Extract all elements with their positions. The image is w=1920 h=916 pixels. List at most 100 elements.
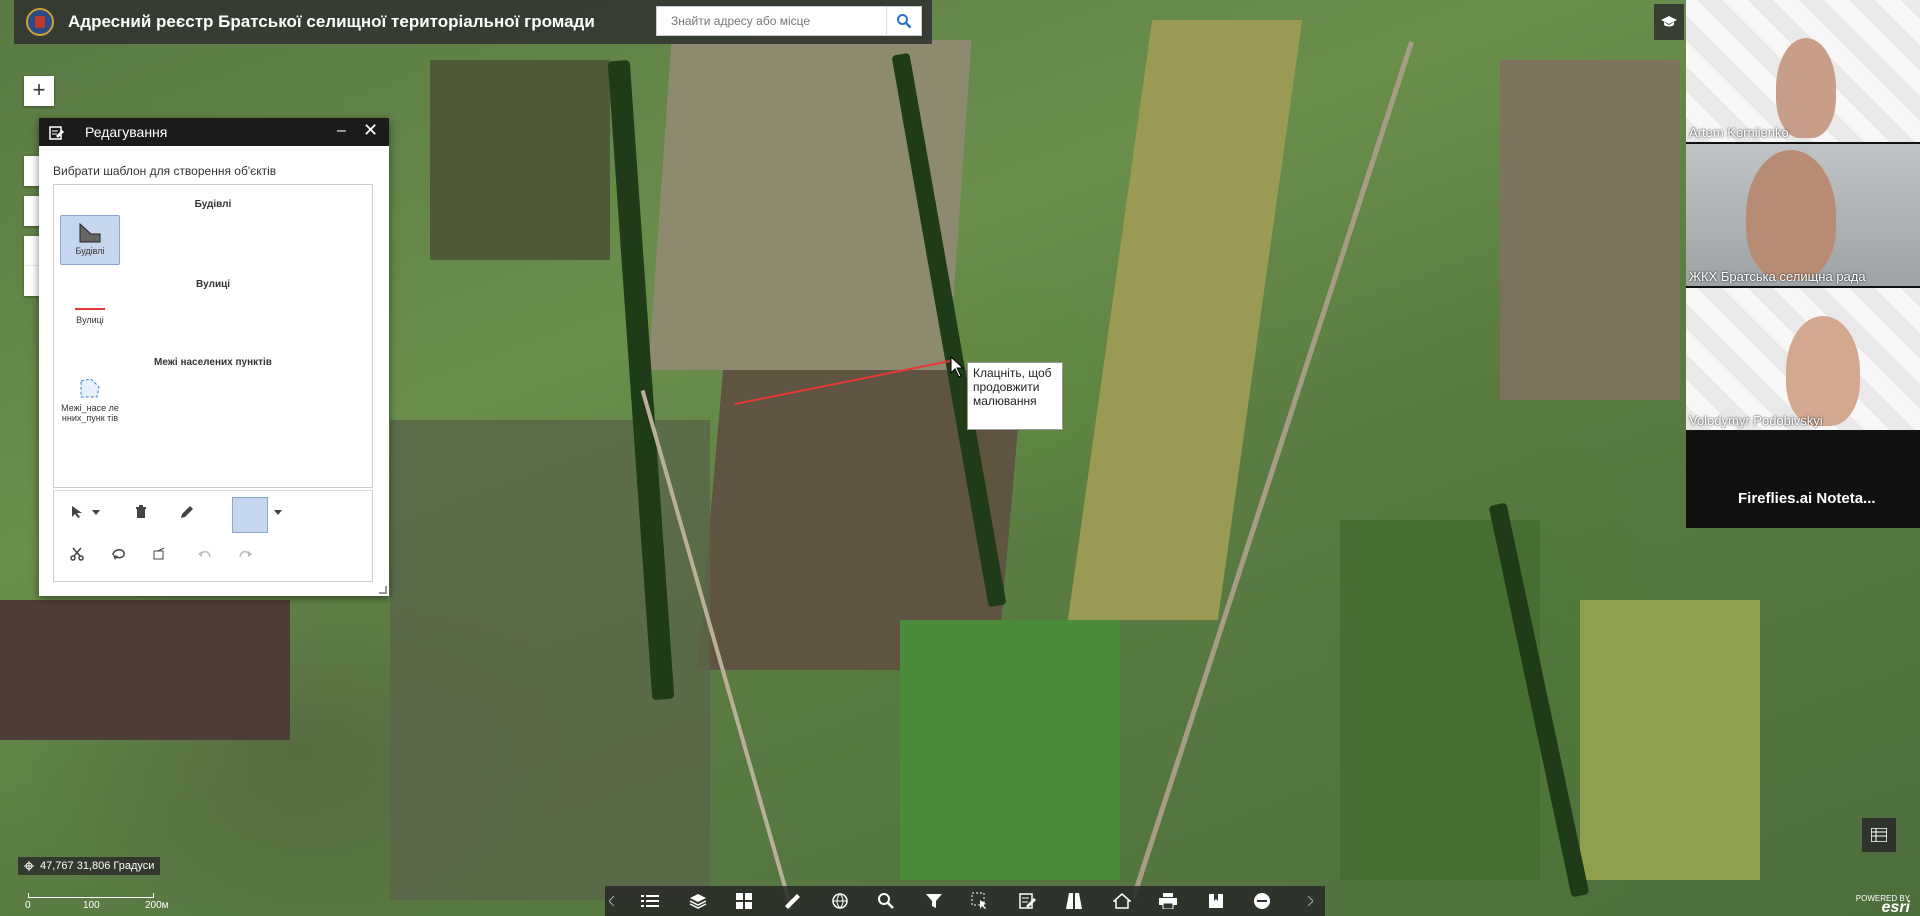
search-box — [656, 6, 922, 36]
participant-video — [1776, 38, 1836, 138]
pencil-icon — [181, 506, 193, 518]
redo-button[interactable] — [234, 543, 256, 565]
trash-icon — [136, 505, 146, 518]
edit-panel-title: Редагування — [85, 124, 168, 140]
print-icon — [1159, 893, 1177, 909]
esri-attribution: POWERED BY esri — [1840, 894, 1910, 916]
dashed-polygon-icon — [80, 378, 100, 398]
globe-icon — [832, 893, 848, 909]
bookmark-icon — [1209, 894, 1223, 908]
group-heading-streets: Вулиці — [195, 279, 231, 290]
bookmark-button[interactable] — [1205, 890, 1227, 912]
reshape-icon — [112, 549, 125, 560]
query-button[interactable] — [875, 890, 897, 912]
undo-icon — [198, 550, 211, 558]
zoom-search-icon — [878, 893, 894, 909]
delete-button[interactable] — [130, 501, 152, 523]
search-button[interactable] — [886, 7, 921, 35]
measure-button[interactable] — [781, 890, 803, 912]
list-icon — [641, 895, 659, 907]
polygon-icon — [79, 222, 101, 243]
undo-button[interactable] — [194, 543, 216, 565]
template-label: Межі_насе ленних_пунк тів — [61, 403, 119, 423]
search-icon — [897, 14, 912, 29]
graduation-cap-button[interactable] — [1654, 4, 1684, 40]
select-button[interactable] — [66, 501, 88, 523]
chevron-left-icon — [609, 896, 615, 906]
search-input[interactable] — [657, 7, 886, 35]
chevron-down-icon — [92, 509, 100, 515]
edit-toolbar — [53, 490, 373, 582]
scissors-icon — [70, 547, 84, 561]
next-arrow[interactable] — [1303, 890, 1317, 912]
template-buildings[interactable]: Будівлі — [60, 215, 120, 265]
coordinates-readout: 47,767 31,806 Градуси — [18, 857, 161, 875]
rotate-button[interactable] — [148, 543, 170, 565]
reshape-button[interactable] — [108, 543, 130, 565]
edit-button[interactable] — [1017, 890, 1039, 912]
basemap-button[interactable] — [733, 890, 755, 912]
coordinates-text: 47,767 31,806 Градуси — [40, 860, 155, 872]
template-label: Будівлі — [75, 246, 105, 256]
chevron-down-icon — [274, 509, 282, 515]
group-heading-boundaries: Межі населених пунктів — [154, 357, 272, 368]
ruler-icon — [785, 894, 800, 909]
resize-grip[interactable] — [379, 586, 387, 594]
table-icon — [1871, 828, 1887, 842]
cut-button[interactable] — [66, 543, 88, 565]
participant-name: Volodymyr Podobivskyi — [1689, 413, 1823, 428]
analysis-button[interactable] — [829, 890, 851, 912]
notetaker-labels: Fireflies.ai Noteta... — [1738, 490, 1876, 507]
template-label: Вулиці — [76, 315, 104, 325]
close-icon[interactable]: ✕ — [363, 120, 378, 141]
widget-toolbar — [605, 886, 1325, 916]
edit-widget-icon — [49, 126, 64, 140]
template-picker: Будівлі Будівлі Вулиці Вулиці Межі насел… — [53, 184, 373, 488]
edit-panel-header: Редагування – ✕ — [39, 118, 389, 146]
attribute-table-button[interactable] — [1862, 818, 1896, 852]
edit-panel: Редагування – ✕ Вибрати шаблон для створ… — [39, 118, 389, 596]
cursor-icon — [72, 506, 82, 518]
about-button[interactable] — [1251, 890, 1273, 912]
template-boundaries[interactable]: Межі_насе ленних_пунк тів — [60, 377, 120, 447]
template-streets[interactable]: Вулиці — [60, 297, 120, 341]
legend-button[interactable] — [639, 890, 661, 912]
video-participants: Artem Korniienko ЖКХ Братська селищна ра… — [1686, 0, 1920, 528]
minimize-icon[interactable]: – — [337, 122, 346, 140]
participant-name: Artem Korniienko — [1689, 125, 1789, 140]
draw-tooltip: Клацніть, щоб продовжити малювання — [967, 362, 1063, 430]
crosshair-icon[interactable] — [24, 861, 34, 871]
select-dropdown[interactable] — [90, 501, 102, 523]
layers-button[interactable] — [687, 890, 709, 912]
prev-arrow[interactable] — [605, 890, 619, 912]
scale-label: 0 — [25, 900, 31, 911]
app-title: Адресний реєстр Братської селищної терит… — [68, 12, 595, 31]
directions-button[interactable] — [1063, 890, 1085, 912]
symbol-dropdown[interactable] — [272, 501, 284, 523]
participant-tile[interactable]: ЖКХ Братська селищна рада — [1686, 144, 1920, 286]
edit-vertices-button[interactable] — [176, 501, 198, 523]
zoom-in-button[interactable]: + — [24, 76, 54, 106]
info-icon — [1254, 893, 1270, 909]
scale-label: 200м — [145, 900, 169, 911]
filter-button[interactable] — [923, 890, 945, 912]
home-icon — [1113, 893, 1131, 909]
redo-icon — [239, 550, 252, 558]
transform-icon — [153, 547, 165, 560]
participant-tile[interactable]: Volodymyr Podobivskyi — [1686, 288, 1920, 430]
print-button[interactable] — [1157, 890, 1179, 912]
coat-of-arms-icon — [35, 16, 45, 28]
template-picker-label: Вибрати шаблон для створення об'єктів — [53, 164, 277, 178]
app-header: Адресний реєстр Братської селищної терит… — [14, 0, 932, 44]
symbol-picker[interactable] — [232, 497, 268, 533]
chevron-right-icon — [1307, 896, 1313, 906]
participant-tile[interactable]: Artem Korniienko — [1686, 0, 1920, 142]
select-features-button[interactable] — [969, 890, 991, 912]
home-extent-button[interactable] — [1111, 890, 1133, 912]
layers-icon — [689, 894, 707, 909]
app-logo — [26, 8, 54, 36]
road-icon — [1066, 893, 1082, 909]
participant-video — [1786, 316, 1860, 426]
esri-logo: esri — [1881, 899, 1910, 916]
participant-name: ЖКХ Братська селищна рада — [1689, 269, 1866, 284]
